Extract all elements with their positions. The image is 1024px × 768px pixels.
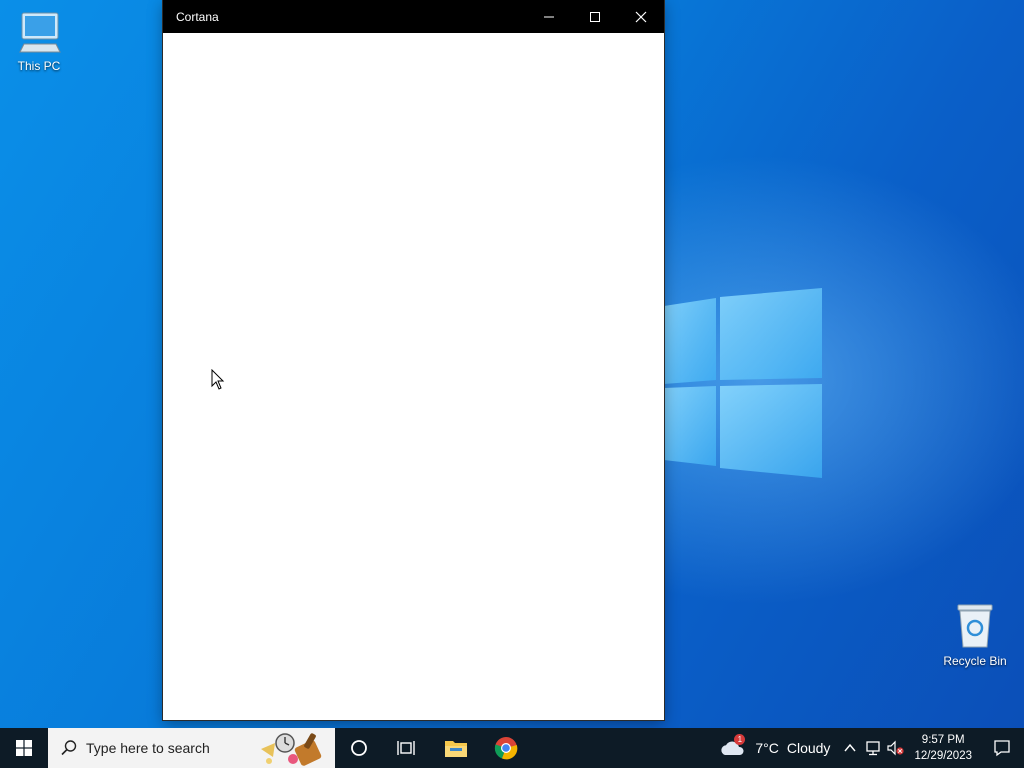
windows-start-icon (16, 740, 32, 756)
title-bar[interactable]: Cortana (163, 0, 664, 33)
start-button[interactable] (0, 728, 48, 768)
window-title: Cortana (176, 9, 219, 24)
network-icon (866, 741, 881, 756)
clock-time: 9:57 PM (921, 734, 965, 746)
minimize-icon (544, 16, 554, 17)
minimize-button[interactable] (526, 0, 572, 33)
chevron-up-icon (844, 743, 856, 752)
close-icon (635, 11, 647, 22)
windows-logo (664, 288, 822, 478)
weather-icon-wrap: 1 (719, 734, 747, 759)
search-box[interactable]: Type here to search (48, 728, 335, 768)
maximize-button[interactable] (572, 0, 618, 33)
taskbar: Type here to search 1 7°C Cloudy 9:57 PM… (0, 728, 1024, 768)
close-button[interactable] (618, 0, 664, 33)
weather-temp: 7°C (755, 740, 779, 756)
task-view-icon (397, 741, 415, 755)
network-button[interactable] (862, 728, 884, 768)
desktop-icon-label: This PC (17, 59, 61, 73)
notification-icon (994, 740, 1010, 757)
task-view-button[interactable] (383, 728, 431, 768)
volume-muted-icon (887, 740, 905, 756)
search-icon (61, 740, 77, 756)
window-content (163, 33, 664, 720)
show-hidden-icons-button[interactable] (838, 728, 862, 768)
computer-icon (19, 12, 61, 53)
folder-icon (445, 741, 467, 757)
cortana-button[interactable] (335, 728, 383, 768)
clock[interactable]: 9:57 PM 12/29/2023 (914, 732, 972, 764)
mouse-cursor-icon (211, 369, 225, 390)
maximize-icon (590, 11, 600, 22)
volume-button[interactable] (884, 728, 906, 768)
weather-condition: Cloudy (786, 740, 831, 756)
search-placeholder: Type here to search (86, 740, 210, 756)
search-highlight-icon (261, 733, 322, 766)
recycle-bin-icon (957, 604, 993, 648)
file-explorer-button[interactable] (431, 728, 481, 768)
desktop-icon-label: Recycle Bin (943, 654, 1007, 668)
desktop-icon-recycle-bin[interactable]: Recycle Bin (939, 603, 1011, 668)
clock-date: 12/29/2023 (914, 750, 972, 762)
chrome-icon (494, 737, 518, 760)
cortana-circle-icon (351, 740, 367, 756)
cortana-window: Cortana (163, 0, 664, 720)
action-center-button[interactable] (980, 728, 1024, 768)
weather-widget[interactable]: 1 7°C Cloudy (711, 728, 838, 768)
desktop-icon-this-pc[interactable]: This PC (3, 10, 75, 73)
chrome-button[interactable] (481, 728, 531, 768)
